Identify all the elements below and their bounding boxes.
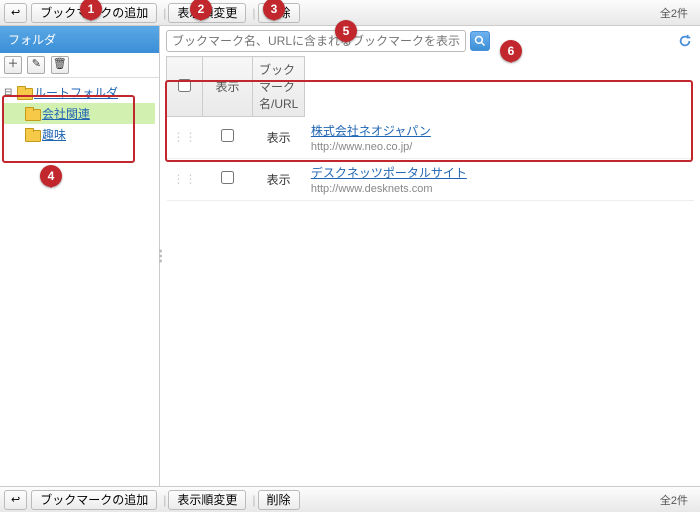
back-button-bottom[interactable]: ↩: [4, 490, 27, 510]
reorder-button-bottom[interactable]: 表示順変更: [168, 490, 246, 510]
highlight-box: [2, 95, 135, 163]
row-checkbox[interactable]: [221, 171, 234, 184]
search-input[interactable]: [166, 30, 466, 52]
bookmark-url: http://www.desknets.com: [311, 183, 433, 195]
search-bar: [160, 26, 700, 56]
row-drag-handle[interactable]: ⋮⋮: [167, 158, 203, 200]
folder-delete-button[interactable]: 🗑: [51, 56, 69, 74]
folder-add-button[interactable]: ＋: [4, 56, 22, 74]
total-count-label-bottom: 全2件: [660, 492, 696, 508]
sidebar-resize-handle[interactable]: [159, 250, 162, 263]
search-icon: [474, 35, 486, 47]
sidebar-title: フォルダ: [0, 26, 159, 53]
row-name-cell: デスクネッツポータルサイト http://www.desknets.com: [305, 158, 694, 200]
back-button[interactable]: ↩: [4, 3, 27, 23]
folder-edit-button[interactable]: ✎: [27, 56, 45, 74]
refresh-icon: [678, 34, 692, 48]
highlight-box: [165, 80, 693, 162]
table-row: ⋮⋮ 表示 デスクネッツポータルサイト http://www.desknets.…: [167, 158, 695, 200]
toolbar-separator: |: [163, 6, 166, 20]
toolbar-separator: |: [252, 493, 255, 507]
sidebar-tool-row: ＋ ✎ 🗑: [0, 53, 159, 78]
row-checkbox-cell: [203, 158, 253, 200]
callout-marker: 6: [500, 40, 522, 62]
delete-button-bottom[interactable]: 削除: [258, 490, 300, 510]
bookmark-link[interactable]: デスクネッツポータルサイト: [311, 166, 467, 180]
bottom-toolbar: ↩ ブックマークの追加 | 表示順変更 | 削除 全2件: [0, 486, 700, 512]
toolbar-separator: |: [252, 6, 255, 20]
callout-marker: 5: [335, 20, 357, 42]
callout-marker: 4: [40, 165, 62, 187]
row-display-cell: 表示: [253, 158, 305, 200]
refresh-button[interactable]: [676, 32, 694, 50]
toolbar-separator: |: [163, 493, 166, 507]
search-button[interactable]: [470, 31, 490, 51]
total-count-label: 全2件: [660, 5, 696, 21]
add-bookmark-button-bottom[interactable]: ブックマークの追加: [31, 490, 157, 510]
